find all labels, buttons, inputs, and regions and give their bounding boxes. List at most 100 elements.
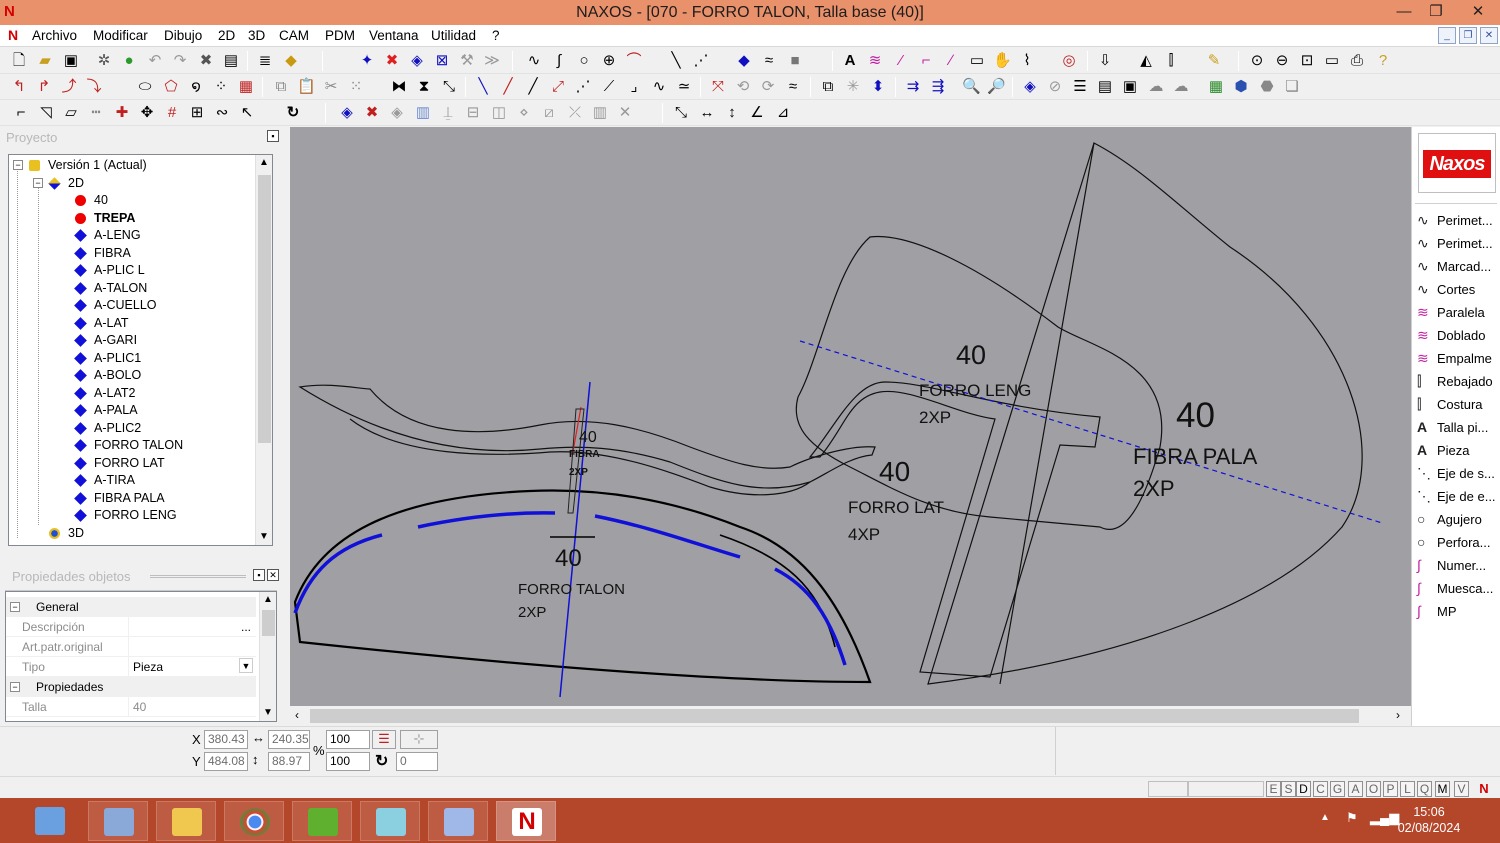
cloud-icon[interactable]: ☁ <box>1147 78 1165 96</box>
collapse-icon[interactable]: − <box>13 160 23 170</box>
spiral-icon[interactable]: ໑ <box>187 78 205 96</box>
tree-item[interactable]: A-TIRA <box>74 472 135 489</box>
corner-icon[interactable]: ⌐ <box>12 104 30 122</box>
project-tree-scrollbar[interactable]: ▲ ▼ <box>255 155 272 545</box>
duplicate-icon[interactable]: ⧉ <box>819 78 837 96</box>
scroll-thumb[interactable] <box>258 175 271 443</box>
tree-item[interactable]: A-BOLO <box>74 367 141 384</box>
properties-icon[interactable]: ▤ <box>222 52 240 70</box>
offset-icon[interactable]: ⁄ <box>892 52 910 70</box>
circle-icon[interactable]: ○ <box>575 52 593 70</box>
status-toggle-v[interactable]: V <box>1454 781 1469 797</box>
x-grey-icon[interactable]: ✕ <box>616 104 634 122</box>
scroll-up-arrow-icon[interactable]: ▲ <box>263 594 273 605</box>
table-icon[interactable]: ▤ <box>1096 78 1114 96</box>
points-icon[interactable]: ⁘ <box>212 78 230 96</box>
collapse-icon[interactable]: − <box>10 602 20 612</box>
pencil-icon[interactable]: ✎ <box>1205 52 1223 70</box>
tool-doblado[interactable]: ≋ Doblado <box>1417 324 1485 346</box>
category-general[interactable]: − General <box>6 597 256 617</box>
tree-item[interactable]: FIBRA <box>74 245 131 262</box>
print-3d-icon[interactable]: ⬣ <box>1258 78 1276 96</box>
tool-cortes[interactable]: ∿ Cortes <box>1417 278 1475 300</box>
tree-item[interactable]: A-PLIC1 <box>74 350 141 367</box>
fold-icon[interactable]: ⌐ <box>917 52 935 70</box>
frame-icon[interactable]: ⊠ <box>433 52 451 70</box>
arc-tool2-icon[interactable]: ↱ <box>35 78 53 96</box>
tool-costura[interactable]: ⫿ Costura <box>1417 393 1483 415</box>
cut-icon[interactable]: ✂ <box>322 78 340 96</box>
line-tool-icon[interactable]: ╲ <box>474 78 492 96</box>
mdi-restore-button[interactable]: ❐ <box>1459 27 1477 44</box>
category-propiedades[interactable]: − Propiedades <box>6 677 256 697</box>
rotate-icon[interactable]: ⟲ <box>734 78 752 96</box>
text-icon[interactable]: A <box>841 52 859 70</box>
select-icon[interactable]: ◈ <box>408 52 426 70</box>
scale-y-field[interactable]: 100 <box>326 752 370 771</box>
arc-tool3-icon[interactable]: ⤴ <box>60 78 78 96</box>
tool-rebajado[interactable]: ⫿ Rebajado <box>1417 370 1493 392</box>
tool-talla-pieza[interactable]: A Talla pi... <box>1417 416 1488 438</box>
tipo-select[interactable]: Pieza ▼ <box>128 657 255 676</box>
tree-item[interactable]: FORRO LENG <box>74 507 177 524</box>
taskbar-naxos[interactable]: N <box>496 801 556 841</box>
join-icon[interactable]: ∕ <box>942 52 960 70</box>
pin-icon[interactable]: ⍊ <box>439 104 457 122</box>
nest-icon[interactable]: ◈ <box>1021 78 1039 96</box>
tree-item[interactable]: A-LENG <box>74 227 141 244</box>
rotate-icon[interactable]: ↻ <box>375 751 388 771</box>
split-icon[interactable]: ◫ <box>490 104 508 122</box>
crosshair-icon[interactable]: ⊕ <box>600 52 618 70</box>
node-grey-icon[interactable]: ⋄ <box>515 104 533 122</box>
doc-icon[interactable]: N <box>8 27 18 43</box>
frame2-icon[interactable]: ▥ <box>591 104 609 122</box>
arc-icon[interactable]: ⌒ <box>625 52 643 70</box>
properties-panel-close-button[interactable]: ✕ <box>267 569 279 581</box>
collapse-icon[interactable]: − <box>33 177 43 188</box>
delete-icon[interactable]: ✖ <box>197 52 215 70</box>
hash-red-icon[interactable]: # <box>163 104 181 122</box>
tool-eje-simetria[interactable]: ⋱ Eje de s... <box>1417 462 1495 484</box>
height-field[interactable]: 88.97 <box>268 752 310 771</box>
printer-icon[interactable]: ⎙ <box>1348 52 1366 70</box>
taskbar-file-explorer[interactable] <box>156 801 216 841</box>
zoom-all-icon[interactable]: ⊡ <box>1298 52 1316 70</box>
angle2-icon[interactable]: ⊿ <box>774 104 792 122</box>
mdi-minimize-button[interactable]: _ <box>1438 27 1456 44</box>
insert-icon[interactable]: ⊞ <box>188 104 206 122</box>
line-tool8-icon[interactable]: ∿ <box>650 78 668 96</box>
properties-panel-pin-button[interactable]: ▪ <box>253 569 265 581</box>
wave-icon[interactable]: ≈ <box>760 52 778 70</box>
line-tool5-icon[interactable]: ⋰ <box>574 78 592 96</box>
tray-chevron-icon[interactable]: ▲ <box>1320 812 1330 823</box>
refresh-icon[interactable]: ↻ <box>284 104 302 122</box>
tree-item[interactable]: A-CUELLO <box>74 297 157 314</box>
tool-perforado[interactable]: ○ Perfora... <box>1417 531 1490 553</box>
ruler-icon[interactable]: ▭ <box>1323 52 1341 70</box>
corner2-icon[interactable]: ◹ <box>37 104 55 122</box>
hscroll-thumb[interactable] <box>310 709 1359 723</box>
align-icon[interactable]: ☰ <box>372 730 396 749</box>
v-dimension-icon[interactable]: ↕ <box>723 104 741 122</box>
slash-box-icon[interactable]: ⧄ <box>540 104 558 122</box>
cut-line-icon[interactable]: ⤫ <box>566 104 584 122</box>
array-icon[interactable]: ⁙ <box>347 78 365 96</box>
tree-item[interactable]: A-LAT <box>74 315 129 332</box>
dash-icon[interactable]: ┅ <box>87 104 105 122</box>
y-coord-field[interactable]: 484.08 <box>204 752 248 771</box>
tool-perimetro-2[interactable]: ∿ Perimet... <box>1417 232 1493 254</box>
grid-icon[interactable]: ▦ <box>237 78 255 96</box>
rotation-field[interactable]: 0 <box>396 752 438 771</box>
taskbar-explorer-app[interactable] <box>88 801 148 841</box>
status-toggle-m[interactable]: M <box>1435 781 1450 797</box>
menu-2d[interactable]: 2D <box>218 28 235 43</box>
cross-pair-icon[interactable]: ✖ <box>363 104 381 122</box>
cube-icon[interactable]: ⬢ <box>1232 78 1250 96</box>
node-icon[interactable]: ⋰ <box>692 52 710 70</box>
line-tool4-icon[interactable]: ⤢ <box>549 78 567 96</box>
paste-icon[interactable]: 📋 <box>297 78 316 96</box>
settings-icon[interactable]: ✲ <box>95 52 113 70</box>
rotate2-icon[interactable]: ⟳ <box>759 78 777 96</box>
menu-archivo[interactable]: Archivo <box>32 28 77 43</box>
status-toggle-g[interactable]: G <box>1330 781 1345 797</box>
